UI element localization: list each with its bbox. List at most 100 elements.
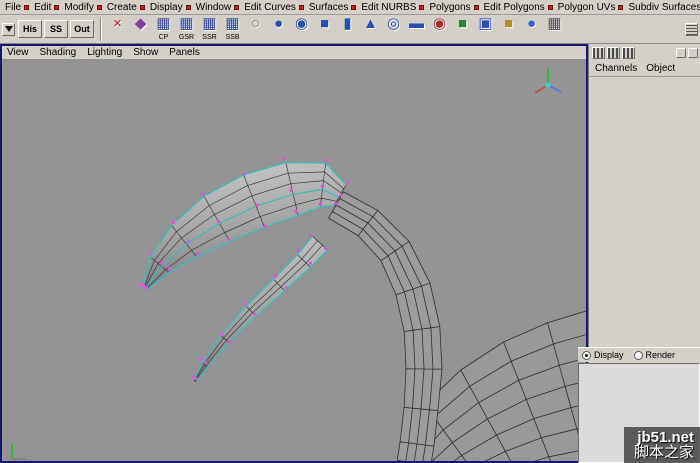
shelf-icon-cp-tool[interactable]: ▦ CP [152,15,175,42]
shelf-icon-lasso-tool[interactable]: ○ [244,15,267,42]
ssb-tool-icon: ▦ [225,15,240,32]
channel-box-tabs: Channels Object [589,61,700,77]
view-axis-indicator [534,69,562,94]
menu-item-polygons[interactable]: Polygons [427,2,472,13]
channelbox-toggle-icon[interactable] [592,47,605,59]
history-button[interactable]: His [18,20,42,38]
menu-item-edit-curves[interactable]: Edit Curves [242,2,298,13]
menu-cube-icon [24,4,30,10]
menu-cube-icon [419,4,425,10]
menu-item-file[interactable]: File [3,2,23,13]
ss-button[interactable]: SS [44,20,68,38]
panel-menu-bar: View Shading Lighting Show Panels [2,46,586,59]
shelf-icon-ssb-tool[interactable]: ▦ SSB [221,15,244,42]
menu-item-display[interactable]: Display [148,2,185,13]
head-surface[interactable] [139,157,350,290]
poly-sphere-icon: ◉ [432,15,447,32]
panel-menu-view[interactable]: View [7,47,29,58]
render-radio-label: Render [645,350,676,360]
cp-tool-icon: ▦ [156,15,171,32]
menu-cube-icon [298,4,304,10]
lasso-tool-icon: ○ [250,15,261,32]
menu-item-surfaces[interactable]: Surfaces [307,2,350,13]
gsr-tool-icon: ▦ [179,15,194,32]
display-radio-label: Display [594,350,624,360]
panel-collapse-icon[interactable] [676,48,686,58]
nurbs-cube-icon: ■ [319,15,330,32]
poly-cube-2-icon: ■ [503,15,514,32]
shelf-icon-surface-tool[interactable]: ◆ [129,15,152,42]
menu-cube-icon [234,4,240,10]
surface-tool-icon: ◆ [134,15,147,32]
shelf-icon-nurbs-circle[interactable]: ● [267,15,290,42]
shelf-icon-nurbs-torus[interactable]: ◎ [382,15,405,42]
shelf-icon-curve-tool[interactable]: × [106,15,129,42]
menu-cube-icon [96,4,102,10]
channel-layer-toggle-icon[interactable] [622,47,635,59]
shelf-separator [100,17,102,41]
maya-window: File Edit Modify Create Display Window Edit Cu… [0,0,700,463]
shelf-icon-nurbs-cylinder[interactable]: ▮ [336,15,359,42]
grid-tool-icon: ▦ [547,15,562,32]
shelf-icon-poly-multi[interactable]: ▣ [474,15,497,42]
shelf-icon-nurbs-plane[interactable]: ▬ [405,15,428,42]
menu-item-edit-polygons[interactable]: Edit Polygons [482,2,547,13]
out-button[interactable]: Out [70,20,94,38]
viewport[interactable] [2,59,586,461]
neck-mesh[interactable] [328,191,443,461]
menu-item-edit[interactable]: Edit [32,2,53,13]
shelf-options-button[interactable] [685,22,698,36]
viewport-canvas[interactable] [2,59,586,461]
poly-multi-icon: ▣ [478,15,493,32]
menu-item-edit-nurbs[interactable]: Edit NURBS [359,2,418,13]
shelf-icon-poly-cube-2[interactable]: ■ [497,15,520,42]
shelf-icon-label: CP [158,34,169,41]
display-render-row: Display Render [578,347,700,362]
shelf-icon-ssr-tool[interactable]: ▦ SSR [198,15,221,42]
curve-tool-icon: × [113,15,122,32]
shelf-icon-grid-tool[interactable]: ▦ [543,15,566,42]
radio-icon [633,350,643,360]
panel-menu-shading[interactable]: Shading [40,47,77,58]
shelf-icon-label: SSR [202,34,217,41]
shelf-icon-label: SSB [225,34,240,41]
shelf-icon-nurbs-cube[interactable]: ■ [313,15,336,42]
nurbs-circle-icon: ● [273,15,284,32]
layer-editor-toggle-icon[interactable] [607,47,620,59]
menu-item-polygon-uvs[interactable]: Polygon UVs [556,2,618,13]
poly-cube-icon: ■ [457,15,468,32]
menu-cube-icon [473,4,479,10]
menu-item-subdiv-surfaces[interactable]: Subdiv Surfaces [626,2,700,13]
shelf-tab-arrow-button[interactable] [2,22,15,36]
panel-expand-icon[interactable] [688,48,698,58]
lower-beak-surface[interactable] [192,233,328,383]
channel-box-tab-object[interactable]: Object [646,63,675,74]
menu-item-modify[interactable]: Modify [62,2,95,13]
menu-cube-icon [54,4,60,10]
ssr-tool-icon: ▦ [202,15,217,32]
render-radio[interactable]: Render [633,350,676,360]
down-triangle-icon [4,26,13,32]
shelf-icon-nurbs-cone[interactable]: ▲ [359,15,382,42]
nurbs-cone-icon: ▲ [363,15,378,32]
display-radio[interactable]: Display [582,350,624,360]
channel-box-tab-channels[interactable]: Channels [595,63,637,74]
nurbs-sphere-icon: ◉ [294,15,309,32]
menu-cube-icon [351,4,357,10]
shelf-icon-nurbs-sphere[interactable]: ◉ [290,15,313,42]
watermark: jb51.net 脚本之家 [623,427,700,463]
panel-menu-show[interactable]: Show [133,47,158,58]
menu-bar: File Edit Modify Create Display Window Edit Cu… [0,0,700,15]
radio-selected-icon [582,350,591,360]
shelf-icon-gsr-tool[interactable]: ▦ GSR [175,15,198,42]
shelf-icon-subdiv-sphere[interactable]: ● [520,15,543,42]
panel-menu-lighting[interactable]: Lighting [87,47,122,58]
shelf-icon-poly-sphere[interactable]: ◉ [428,15,451,42]
shelf-icon-label: GSR [178,34,195,41]
panel-menu-panels[interactable]: Panels [169,47,200,58]
menu-item-create[interactable]: Create [105,2,139,13]
subdiv-sphere-icon: ● [526,15,537,32]
channel-box-body [589,78,700,343]
menu-item-window[interactable]: Window [194,2,234,13]
shelf-icon-poly-cube[interactable]: ■ [451,15,474,42]
